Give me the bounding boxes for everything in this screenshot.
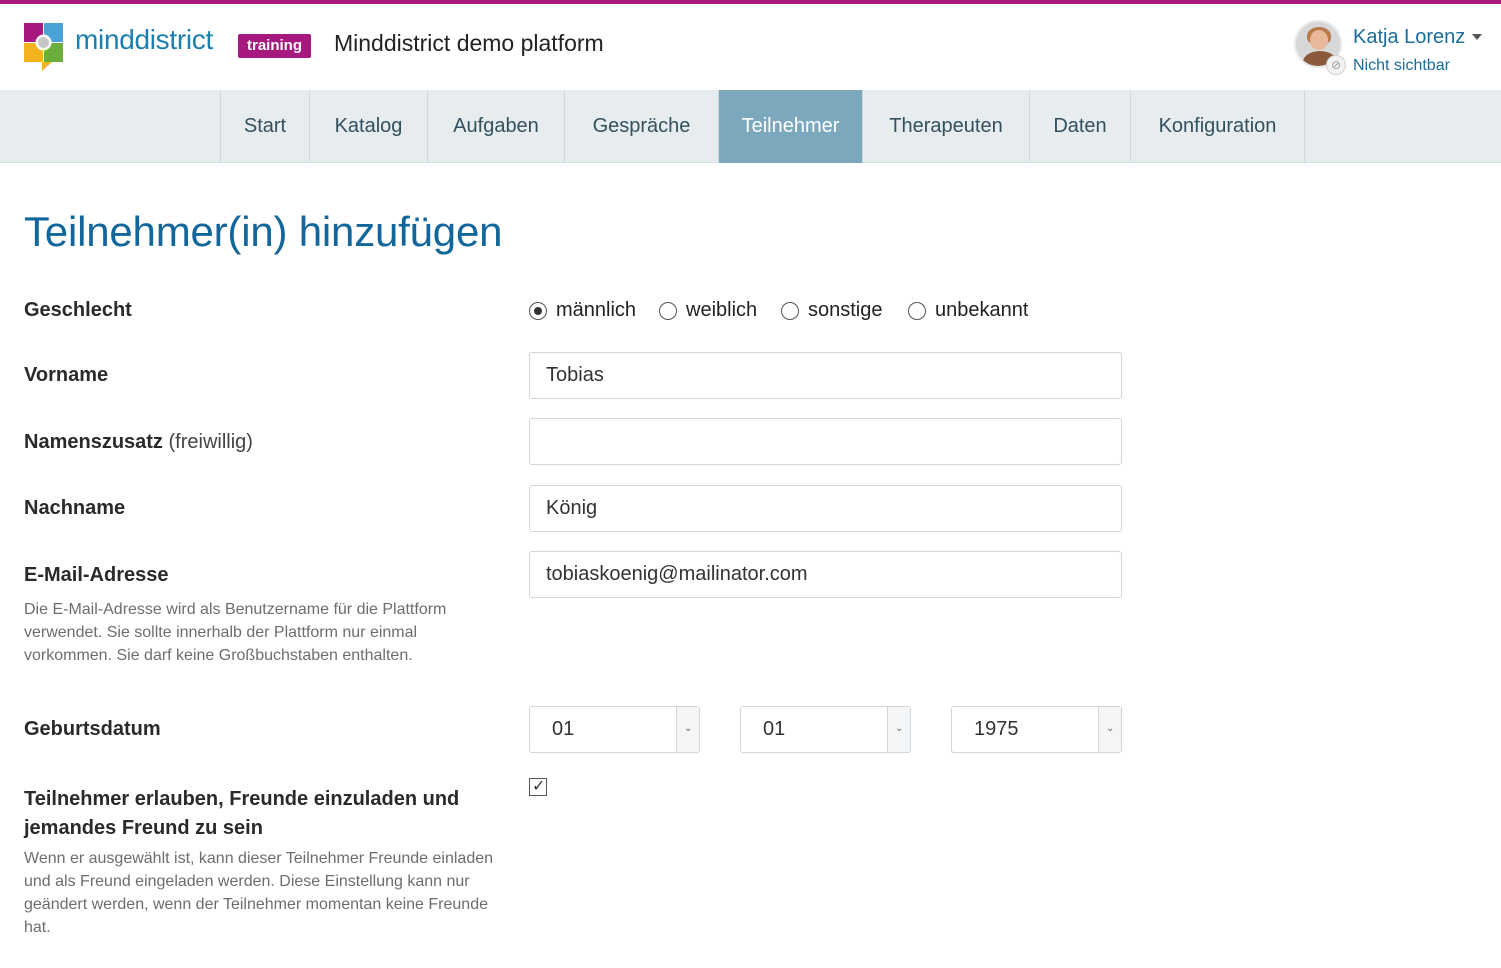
suffix-field[interactable]: [529, 418, 1122, 465]
user-status: Nicht sichtbar: [1353, 57, 1450, 74]
email-label: E-Mail-Adresse: [24, 564, 169, 586]
birthdate-day-select[interactable]: 01 ⌄: [529, 706, 700, 753]
platform-title: Minddistrict demo platform: [334, 30, 604, 56]
chevron-down-icon[interactable]: ⌄: [1098, 707, 1121, 752]
training-badge: training: [238, 34, 311, 58]
nav-item-therapeuten[interactable]: Therapeuten: [862, 90, 1029, 163]
optional-hint: (freiwillig): [168, 431, 253, 453]
firstname-field[interactable]: Tobias: [529, 352, 1122, 399]
lastname-label: Nachname: [24, 497, 126, 519]
nav-divider: [1304, 90, 1305, 163]
friends-help-text: Wenn er ausgewählt ist, kann dieser Teil…: [24, 850, 494, 936]
radio-unchecked-icon[interactable]: [908, 302, 926, 320]
nav-item-aufgaben[interactable]: Aufgaben: [427, 90, 564, 163]
firstname-label: Vorname: [24, 364, 109, 386]
email-field[interactable]: tobiaskoenig@mailinator.com: [529, 551, 1122, 598]
page-title: Teilnehmer(in) hinzufügen: [24, 208, 503, 255]
nav-item-konfiguration[interactable]: Konfiguration: [1130, 90, 1304, 163]
birthdate-label: Geburtsdatum: [24, 718, 161, 740]
minddistrict-logo-icon[interactable]: [24, 23, 64, 73]
lastname-field[interactable]: König: [529, 485, 1122, 532]
nav-item-katalog[interactable]: Katalog: [309, 90, 427, 163]
app-header: minddistrict training Minddistrict demo …: [0, 4, 1501, 90]
friends-checkbox[interactable]: ✓: [529, 778, 547, 796]
radio-checked-icon[interactable]: [529, 302, 547, 320]
friends-label: Teilnehmer erlauben, Freunde einzuladen …: [24, 788, 460, 839]
nav-item-daten[interactable]: Daten: [1029, 90, 1130, 163]
chevron-down-icon[interactable]: ⌄: [887, 707, 910, 752]
nav-item-teilnehmer[interactable]: Teilnehmer: [718, 90, 862, 163]
radio-unchecked-icon[interactable]: [781, 302, 799, 320]
main-nav: Start Katalog Aufgaben Gespräche Teilneh…: [0, 90, 1501, 163]
suffix-label: Namenszusatz (freiwillig): [24, 431, 253, 453]
nav-item-gespraeche[interactable]: Gespräche: [564, 90, 718, 163]
visibility-status-icon: ⊘: [1326, 55, 1346, 75]
birthdate-month-select[interactable]: 01 ⌄: [740, 706, 911, 753]
gender-label: Geschlecht: [24, 299, 132, 321]
chevron-down-icon[interactable]: ⌄: [676, 707, 699, 752]
radio-unchecked-icon[interactable]: [659, 302, 677, 320]
chevron-down-icon: [1472, 34, 1482, 40]
user-menu[interactable]: ⊘ Katja Lorenz Nicht sichtbar: [1294, 20, 1494, 76]
email-help-text: Die E-Mail-Adresse wird als Benutzername…: [24, 601, 447, 664]
user-name: Katja Lorenz: [1353, 26, 1466, 48]
logo-text: minddistrict: [75, 24, 213, 55]
nav-item-start[interactable]: Start: [220, 90, 309, 163]
birthdate-year-select[interactable]: 1975 ⌄: [951, 706, 1122, 753]
check-icon: ✓: [532, 778, 546, 795]
